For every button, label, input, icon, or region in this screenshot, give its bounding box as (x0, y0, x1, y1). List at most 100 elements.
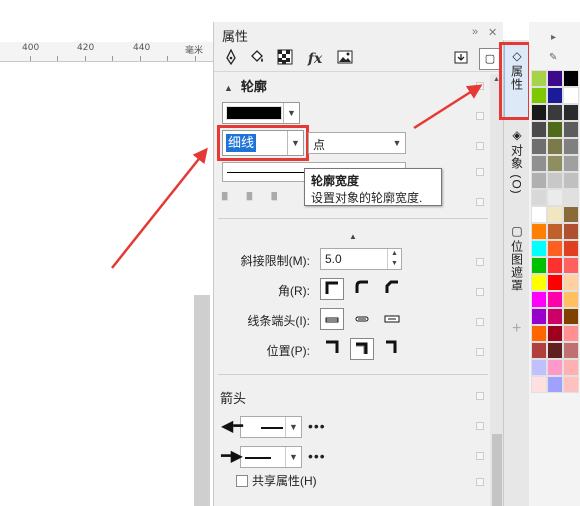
collapse-up-icon[interactable]: ▲ (349, 232, 357, 241)
image-icon[interactable] (334, 49, 356, 69)
color-swatch[interactable] (563, 257, 579, 274)
fill-bucket-icon[interactable] (246, 49, 268, 69)
color-swatch[interactable] (563, 274, 579, 291)
color-swatch[interactable] (531, 325, 547, 342)
start-arrow-select[interactable]: ◀━ ▼ (221, 416, 302, 438)
color-swatch[interactable] (531, 104, 547, 121)
end-arrow-options[interactable]: ••• (308, 448, 326, 464)
share-attributes-checkbox[interactable]: 共享属性(H) (236, 472, 317, 489)
color-swatch[interactable] (563, 240, 579, 257)
color-swatch[interactable] (531, 240, 547, 257)
spin-stepper-icon[interactable]: ▲ ▼ (387, 249, 401, 269)
color-swatch[interactable] (563, 189, 579, 206)
add-docker-icon[interactable]: + (512, 320, 521, 338)
color-swatch[interactable] (547, 223, 563, 240)
panel-scrollbar[interactable]: ▲ (490, 74, 504, 506)
color-swatch[interactable] (563, 87, 579, 104)
palette-arrow-icon[interactable]: ▸ (551, 32, 556, 43)
color-swatch[interactable] (531, 308, 547, 325)
chevron-down-icon[interactable]: ▼ (285, 447, 301, 467)
color-swatch[interactable] (531, 172, 547, 189)
checker-icon[interactable] (274, 49, 296, 69)
color-swatch[interactable] (563, 308, 579, 325)
miter-limit-input[interactable]: 5.0 ▲ ▼ (320, 248, 402, 270)
color-swatch[interactable] (563, 223, 579, 240)
color-swatch[interactable] (547, 70, 563, 87)
outline-section-header[interactable]: ▲ 轮廓 (224, 76, 267, 95)
color-swatch[interactable] (547, 308, 563, 325)
cap-square-icon[interactable] (380, 308, 404, 330)
color-swatch[interactable] (531, 70, 547, 87)
checkbox-icon[interactable] (236, 475, 248, 487)
color-swatch[interactable] (547, 359, 563, 376)
color-swatch[interactable] (531, 121, 547, 138)
color-swatch[interactable] (563, 104, 579, 121)
color-swatch[interactable] (563, 172, 579, 189)
position-center-icon[interactable] (350, 338, 374, 360)
scroll-thumb[interactable] (492, 434, 502, 506)
color-swatch[interactable] (547, 240, 563, 257)
eyedropper-icon[interactable]: ✎ (549, 52, 557, 63)
collapse-icon[interactable]: ▲ (224, 83, 233, 93)
color-swatch[interactable] (531, 342, 547, 359)
color-swatch[interactable] (531, 155, 547, 172)
color-swatch[interactable] (547, 342, 563, 359)
tab-bitmap-mask[interactable]: ▢ 位图遮罩 (504, 220, 530, 330)
color-swatch[interactable] (531, 206, 547, 223)
toggle-view-icon[interactable]: ▢ (479, 48, 501, 70)
color-swatch[interactable] (547, 257, 563, 274)
color-swatch[interactable] (547, 172, 563, 189)
outline-unit-select[interactable]: 点 ▼ (308, 132, 406, 154)
outline-pen-icon[interactable] (220, 48, 242, 69)
corner-bevel-icon[interactable] (380, 278, 404, 300)
color-swatch[interactable] (563, 206, 579, 223)
cap-round-icon[interactable] (350, 308, 374, 330)
position-inside-icon[interactable] (380, 338, 404, 360)
corner-round-icon[interactable] (350, 278, 374, 300)
color-swatch[interactable] (531, 189, 547, 206)
chevron-down-icon[interactable]: ▼ (389, 133, 405, 153)
color-swatch[interactable] (547, 274, 563, 291)
color-swatch[interactable] (547, 121, 563, 138)
color-swatch[interactable] (531, 87, 547, 104)
fx-icon[interactable]: fx (304, 49, 326, 69)
color-swatch[interactable] (563, 155, 579, 172)
color-swatch[interactable] (531, 257, 547, 274)
outline-color-picker[interactable]: ▼ (222, 102, 300, 124)
color-swatch[interactable] (563, 376, 579, 393)
start-arrow-options[interactable]: ••• (308, 418, 326, 434)
color-swatch[interactable] (547, 376, 563, 393)
color-swatch[interactable] (547, 206, 563, 223)
drawing-canvas[interactable]: 400 420 440 毫米 (0, 0, 213, 506)
tab-objects[interactable]: ◈ 对象 (O) (504, 124, 530, 224)
corner-miter-icon[interactable] (320, 278, 344, 300)
color-swatch[interactable] (547, 189, 563, 206)
color-swatch[interactable] (563, 70, 579, 87)
export-icon[interactable] (450, 49, 472, 69)
color-swatch[interactable] (547, 104, 563, 121)
color-swatch[interactable] (547, 291, 563, 308)
end-arrow-select[interactable]: ━▶ ▼ (221, 446, 302, 468)
position-outside-icon[interactable] (320, 338, 344, 360)
color-swatch[interactable] (547, 155, 563, 172)
expand-icon[interactable]: » (472, 26, 478, 38)
color-swatch[interactable] (531, 359, 547, 376)
close-icon[interactable]: ✕ (488, 26, 497, 39)
color-swatch[interactable] (531, 223, 547, 240)
color-swatch[interactable] (531, 291, 547, 308)
color-swatch[interactable] (563, 138, 579, 155)
color-swatch[interactable] (563, 291, 579, 308)
chevron-down-icon[interactable]: ▼ (283, 103, 299, 123)
color-swatch[interactable] (531, 376, 547, 393)
color-swatch[interactable] (563, 359, 579, 376)
color-swatch[interactable] (563, 325, 579, 342)
color-swatch[interactable] (547, 87, 563, 104)
color-swatch[interactable] (563, 342, 579, 359)
color-swatch[interactable] (547, 325, 563, 342)
color-swatch[interactable] (563, 121, 579, 138)
color-swatch[interactable] (531, 274, 547, 291)
cap-butt-icon[interactable] (320, 308, 344, 330)
color-swatch[interactable] (531, 138, 547, 155)
canvas-scrollbar[interactable] (194, 295, 210, 506)
chevron-down-icon[interactable]: ▼ (285, 417, 301, 437)
